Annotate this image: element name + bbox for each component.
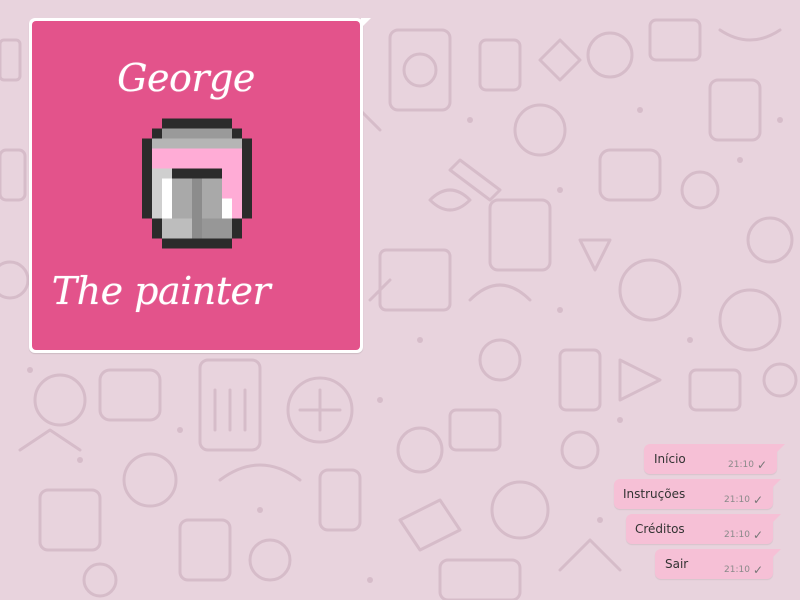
timestamp: 21:10 xyxy=(724,565,750,575)
menu-item-label: Instruções xyxy=(623,487,686,501)
title-card-bubble: George The painter xyxy=(29,18,371,353)
game-title-line1: George xyxy=(117,56,255,100)
message-meta: 21:10 ✓ xyxy=(724,492,763,507)
game-title-line2: The painter xyxy=(51,269,271,313)
menu-item-label: Créditos xyxy=(635,522,685,536)
timestamp: 21:10 xyxy=(728,460,754,470)
message-meta: 21:10 ✓ xyxy=(728,457,767,472)
message-meta: 21:10 ✓ xyxy=(724,562,763,577)
check-icon: ✓ xyxy=(752,527,763,542)
message-meta: 21:10 ✓ xyxy=(724,527,763,542)
check-icon: ✓ xyxy=(752,562,763,577)
menu-item-label: Início xyxy=(654,452,686,466)
menu-item-sair[interactable]: Sair 21:10 ✓ xyxy=(655,549,781,579)
menu-item-instrucoes[interactable]: Instruções 21:10 ✓ xyxy=(614,479,781,509)
title-card: George The painter xyxy=(32,21,360,350)
check-icon: ✓ xyxy=(756,457,767,472)
timestamp: 21:10 xyxy=(724,530,750,540)
check-icon: ✓ xyxy=(752,492,763,507)
paint-bucket-icon xyxy=(142,118,252,249)
timestamp: 21:10 xyxy=(724,495,750,505)
menu-item-creditos[interactable]: Créditos 21:10 ✓ xyxy=(626,514,781,544)
menu-item-inicio[interactable]: Início 21:10 ✓ xyxy=(644,444,785,474)
menu-item-label: Sair xyxy=(665,557,689,571)
